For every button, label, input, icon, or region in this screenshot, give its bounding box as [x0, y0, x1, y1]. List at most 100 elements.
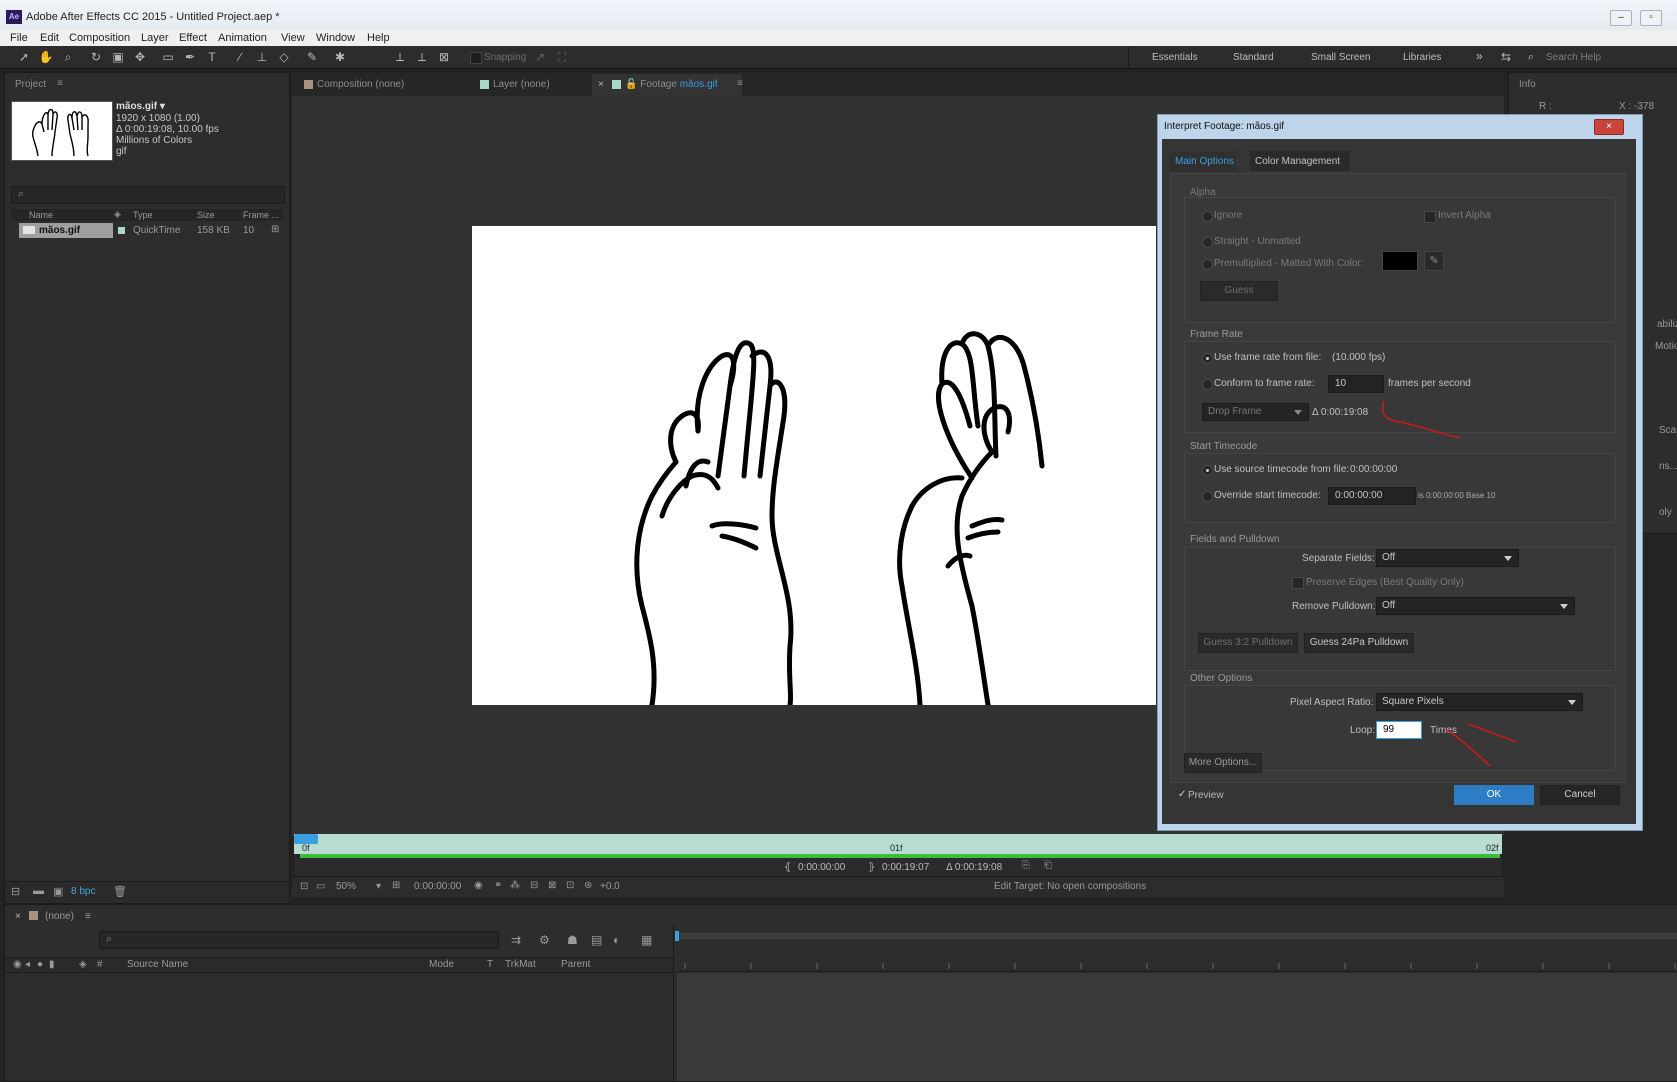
cancel-button[interactable]: Cancel [1540, 785, 1620, 805]
flowchart-icon[interactable]: ⊞ [271, 224, 279, 235]
camera-tool-icon[interactable]: ▣ [110, 49, 126, 65]
clone-stamp-tool-icon[interactable]: ⊥ [254, 49, 270, 65]
matte-color-swatch[interactable] [1382, 251, 1418, 271]
monitor-icon[interactable]: ▭ [316, 881, 325, 892]
maximize-icon[interactable]: ▫ [1640, 10, 1662, 26]
audio-icon[interactable]: ◂ [25, 959, 30, 970]
out-point-value[interactable]: 0:00:19:07 [882, 862, 929, 873]
info-tab[interactable]: Info [1519, 79, 1536, 90]
label-tag-icon[interactable]: ◈ [79, 959, 87, 970]
close-tab-icon[interactable]: × [598, 79, 604, 90]
fit-icon[interactable]: ⊞ [392, 880, 400, 891]
loop-times-field[interactable]: 99 [1376, 721, 1422, 739]
use-source-timecode-radio[interactable] [1202, 465, 1213, 476]
preview-checkbox[interactable]: ✓ [1178, 789, 1186, 800]
drop-frame-select[interactable]: Drop Frame [1202, 403, 1309, 421]
override-timecode-field[interactable]: 0:00:00:00 [1328, 487, 1416, 505]
in-point-icon[interactable]: ⦃ [784, 862, 791, 873]
snapshot-icon[interactable]: ◉ [474, 880, 483, 891]
timeline-navigator[interactable] [677, 933, 1677, 939]
menu-file[interactable]: File [10, 32, 28, 44]
panel-menu-icon[interactable]: ≡ [57, 78, 63, 89]
exposure-value[interactable]: +0.0 [600, 881, 620, 892]
transparency-grid-icon[interactable]: ⊡ [566, 880, 574, 891]
tab-color-management[interactable]: Color Management [1250, 151, 1350, 171]
graph-editor-icon[interactable]: ▦ [641, 933, 652, 947]
brush-tool-icon[interactable]: ∕ [232, 49, 248, 65]
menu-window[interactable]: Window [316, 32, 355, 44]
guess-24pa-pulldown-button[interactable]: Guess 24Pa Pulldown [1304, 633, 1414, 653]
tab-composition[interactable]: Composition (none) [304, 79, 404, 90]
zoom-tool-icon[interactable]: ⌕ [60, 49, 76, 65]
axis-local-icon[interactable]: ⟂ [392, 49, 408, 65]
timeline-tab[interactable]: (none) [45, 911, 74, 922]
alpha-ignore-radio[interactable] [1202, 211, 1213, 222]
lock-icon[interactable]: ▮ [49, 959, 55, 970]
new-folder-icon[interactable]: ▬ [33, 885, 44, 897]
bit-depth-button[interactable]: 8 bpc [71, 886, 95, 897]
rectangle-tool-icon[interactable]: ▭ [160, 49, 176, 65]
pan-behind-tool-icon[interactable]: ✥ [132, 49, 148, 65]
pixel-aspect-select[interactable]: Square Pixels [1376, 693, 1583, 711]
motion-blur-icon[interactable]: ◐ [613, 933, 620, 947]
timeline-track-area[interactable] [677, 973, 1677, 1081]
navigator-start-handle[interactable] [675, 931, 679, 941]
interpret-footage-icon[interactable]: ⊟ [11, 885, 20, 898]
comp-flowchart-icon[interactable]: ⇉ [511, 933, 521, 947]
label-color-swatch[interactable] [118, 227, 125, 234]
snap-features-icon[interactable]: ⛶ [554, 49, 570, 65]
time-ruler[interactable] [677, 951, 1677, 972]
column-t[interactable]: T [487, 959, 493, 970]
premultiplied-radio[interactable] [1202, 259, 1213, 270]
invert-alpha-checkbox[interactable] [1424, 211, 1436, 223]
eraser-tool-icon[interactable]: ◇ [276, 49, 292, 65]
footage-name[interactable]: mãos.gif ▾ [116, 101, 165, 112]
puppet-tool-icon[interactable]: ✱ [332, 49, 348, 65]
use-file-frame-rate-radio[interactable] [1202, 353, 1213, 364]
override-timecode-radio[interactable] [1202, 491, 1213, 502]
column-name[interactable]: Name [29, 210, 53, 220]
minimize-icon[interactable]: – [1610, 10, 1632, 26]
out-point-icon[interactable]: ⦄ [868, 862, 875, 873]
snap-edges-icon[interactable]: ↗ [532, 49, 548, 65]
column-size[interactable]: Size [197, 210, 215, 220]
chevron-down-icon[interactable]: ▾ [376, 881, 381, 892]
tab-layer[interactable]: Layer (none) [480, 79, 550, 90]
snapping-checkbox[interactable] [470, 52, 482, 64]
rotate-tool-icon[interactable]: ↻ [88, 49, 104, 65]
guess-32-pulldown-button[interactable]: Guess 3:2 Pulldown [1198, 633, 1298, 653]
draft-3d-icon[interactable]: ⚙ [539, 933, 550, 947]
search-help-input[interactable]: Search Help [1546, 52, 1601, 63]
menu-view[interactable]: View [281, 32, 305, 44]
toggle-grid-icon[interactable]: ⊟ [530, 880, 538, 891]
footage-time-ruler[interactable]: 0f 01f 02f [294, 834, 1502, 854]
conform-frame-rate-radio[interactable] [1202, 379, 1213, 390]
type-tool-icon[interactable]: T [204, 49, 220, 65]
frame-blending-icon[interactable]: ▤ [591, 933, 602, 947]
remove-pulldown-select[interactable]: Off [1376, 597, 1575, 615]
ripple-insert-edit-icon[interactable]: ⎘ [1022, 860, 1030, 871]
alpha-guess-button[interactable]: Guess [1200, 281, 1278, 301]
pen-tool-icon[interactable]: ✒ [182, 49, 198, 65]
preserve-edges-checkbox[interactable] [1292, 577, 1304, 589]
menu-composition[interactable]: Composition [69, 32, 130, 44]
close-icon[interactable]: × [1594, 119, 1624, 135]
eyedropper-icon[interactable]: ✎ [1424, 251, 1444, 271]
tab-footage[interactable]: 🔓 Footage mãos.gif [612, 79, 718, 90]
more-options-button[interactable]: More Options... [1184, 753, 1262, 773]
project-tab[interactable]: Project [15, 79, 46, 90]
workspaces-overflow-icon[interactable]: » [1476, 49, 1483, 63]
panel-menu-icon[interactable]: ≡ [737, 78, 743, 89]
workspace-essentials[interactable]: Essentials [1152, 52, 1198, 63]
label-tag-icon[interactable]: ◈ [114, 209, 121, 220]
axis-world-icon[interactable]: ⟂ [414, 49, 430, 65]
straight-radio[interactable] [1202, 237, 1213, 248]
overlay-edit-icon[interactable]: ⎗ [1044, 860, 1052, 871]
channels-icon[interactable]: ⁂ [510, 880, 520, 891]
hand-tool-icon[interactable]: ✋ [38, 49, 54, 65]
panel-menu-icon[interactable]: ≡ [85, 911, 91, 922]
menu-effect[interactable]: Effect [179, 32, 207, 44]
shy-layers-icon[interactable]: ☗ [567, 933, 578, 947]
column-trkmat[interactable]: TrkMat [505, 959, 536, 970]
menu-edit[interactable]: Edit [40, 32, 59, 44]
